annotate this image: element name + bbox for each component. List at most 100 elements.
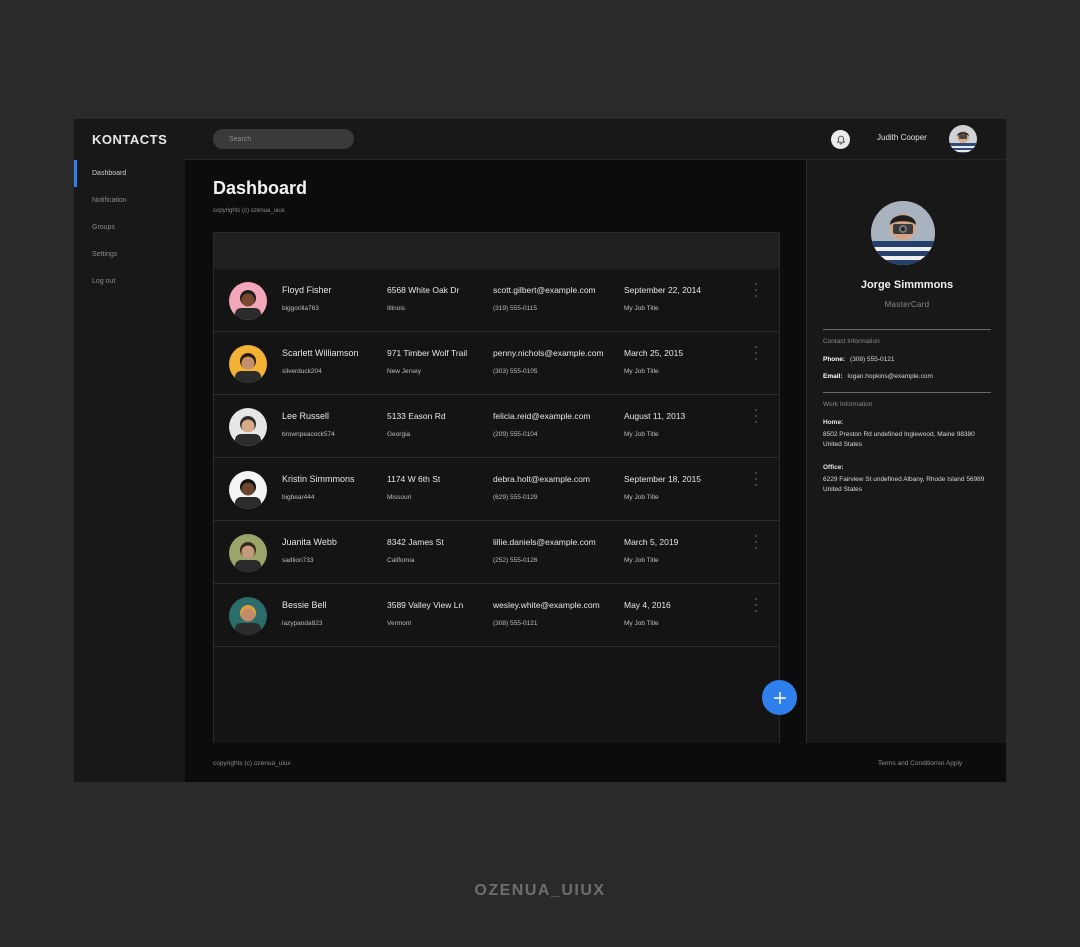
table-cell: September 22, 2014 My Job Title [624,285,701,312]
contact-state: California [387,557,415,564]
contact-email[interactable]: felicia.reid@example.com [493,411,590,421]
table-cell: scott.gilbert@example.com (319) 555-0115 [493,285,596,312]
contact-email[interactable]: lillie.daniels@example.com [493,537,596,547]
profile-email: Email: logan.hopkins@example.com [823,373,933,380]
add-contact-button[interactable] [762,680,797,715]
table-row[interactable]: Floyd Fisher biggorilla763 6568 White Oak … [214,269,779,332]
divider [823,392,991,393]
table-cell: 971 Timber Wolf Trail New Jersey [387,348,467,375]
profile-phone: Phone: (308) 555-0121 [823,356,894,363]
table-cell: Lee Russell brownpeacock574 [282,411,335,438]
home-label: Home: [823,419,844,426]
contact-street: 3589 Valley View Ln [387,600,464,610]
contact-date: September 18, 2015 [624,474,702,484]
divider [823,329,991,330]
more-options-icon[interactable] [753,535,759,549]
search-input[interactable] [213,129,354,149]
sidebar-item-settings[interactable]: Settings [74,241,185,268]
table-cell: felicia.reid@example.com (209) 555-0104 [493,411,590,438]
app-window: KONTACTS Dashboard Notification Groups Sett… [74,119,1006,782]
email-label: Email: [823,373,843,380]
contact-avatar [229,408,267,446]
contact-email[interactable]: scott.gilbert@example.com [493,285,596,295]
sidebar-item-groups[interactable]: Groups [74,214,185,241]
contact-email[interactable]: debra.holt@example.com [493,474,590,484]
table-row[interactable]: Kristin Simmmons bigbear444 1174 W 6th St M… [214,458,779,521]
plus-icon [773,691,786,704]
table-cell: 3589 Valley View Ln Vermont [387,600,463,627]
table-row[interactable]: Bessie Bell lazypanda823 3589 Valley View … [214,584,779,647]
table-cell: August 11, 2013 My Job Title [624,411,685,438]
contact-avatar [229,597,267,635]
user-name[interactable]: Judith Cooper [877,133,927,142]
more-options-icon[interactable] [753,409,759,423]
contact-username: biggorilla763 [282,305,319,312]
contact-phone: (308) 555-0121 [493,620,538,627]
contact-username: lazypanda823 [282,620,323,627]
contact-email[interactable]: wesley.white@example.com [493,600,600,610]
profile-panel: Jorge Simmmons MasterCard Contact Inform… [806,160,1006,743]
table-row[interactable]: Lee Russell brownpeacock574 5133 Eason Rd G… [214,395,779,458]
contact-phone: (303) 555-0105 [493,368,538,375]
table-row[interactable]: Scarlett Williamson silverduck204 971 Timb… [214,332,779,395]
contact-phone: (209) 555-0104 [493,431,538,438]
contact-avatar [229,282,267,320]
contact-street: 1174 W 6th St [387,474,441,484]
table-cell: September 18, 2015 My Job Title [624,474,701,501]
table-cell: penny.nichols@example.com (303) 555-0105 [493,348,604,375]
contact-name: Juanita Webb [282,537,337,547]
sidebar-nav: Dashboard Notification Groups Settings Log o… [74,160,185,295]
contact-job-title: My Job Title [624,494,659,501]
table-body: Floyd Fisher biggorilla763 6568 White Oak … [214,269,779,647]
phone-label: Phone: [823,356,846,363]
contact-name: Kristin Simmmons [282,474,355,484]
contact-street: 5133 Eason Rd [387,411,446,421]
contact-job-title: My Job Title [624,557,659,564]
contact-phone: (252) 555-0126 [493,557,538,564]
footer: copyrights (c) ozenua_uiux Terms and Con… [185,743,1006,782]
topbar: Judith Cooper [185,119,1006,160]
table-cell: 5133 Eason Rd Georgia [387,411,446,438]
sidebar-item-log-out[interactable]: Log out [74,268,185,295]
table-cell: 1174 W 6th St Missouri [387,474,440,501]
table-cell: Floyd Fisher biggorilla763 [282,285,332,312]
contact-phone: (319) 555-0115 [493,305,537,312]
user-avatar[interactable] [949,125,977,153]
more-options-icon[interactable] [753,283,759,297]
contact-username: sadlion733 [282,557,314,564]
more-options-icon[interactable] [753,472,759,486]
contact-street: 6568 White Oak Dr [387,285,460,295]
contact-info-heading: Contact Information [823,338,880,345]
sidebar-item-dashboard[interactable]: Dashboard [74,160,185,187]
more-options-icon[interactable] [753,346,759,360]
table-cell: lillie.daniels@example.com (252) 555-0126 [493,537,596,564]
watermark: OZENUA_UIUX [474,882,606,899]
bell-icon[interactable] [831,130,850,149]
contact-email[interactable]: penny.nichols@example.com [493,348,604,358]
table-cell: debra.holt@example.com (629) 555-0129 [493,474,590,501]
contact-street: 8342 James St [387,537,444,547]
email-value[interactable]: logan.hopkins@example.com [848,373,933,380]
main-content: Dashboard copyrights (c) ozenua_uiux Flo… [185,160,806,743]
table-row[interactable]: Juanita Webb sadlion733 8342 James St Calif… [214,521,779,584]
contact-state: Vermont [387,620,412,627]
home-address: 8502 Preston Rd undefined Inglewood, Mai… [823,431,975,448]
profile-avatar [871,201,935,265]
terms-link[interactable]: Terms and Conditionsn Apply [878,760,962,767]
contacts-table: Floyd Fisher biggorilla763 6568 White Oak … [213,232,780,743]
profile-name: Jorge Simmmons [860,279,954,291]
phone-value: (308) 555-0121 [850,356,895,363]
table-cell: May 4, 2016 My Job Title [624,600,671,627]
profile-card-type: MasterCard [884,300,930,309]
table-cell: Juanita Webb sadlion733 [282,537,337,564]
table-cell: wesley.white@example.com (308) 555-0121 [493,600,600,627]
sidebar-item-notification[interactable]: Notification [74,187,185,214]
contact-username: brownpeacock574 [282,431,335,438]
table-cell: 8342 James St California [387,537,444,564]
table-cell: 6568 White Oak Dr Illinois [387,285,459,312]
contact-date: March 5, 2019 [624,537,679,547]
brand-logo[interactable]: KONTACTS [92,132,167,147]
more-options-icon[interactable] [753,598,759,612]
contact-date: March 25, 2015 [624,348,684,358]
contact-name: Lee Russell [282,411,330,421]
